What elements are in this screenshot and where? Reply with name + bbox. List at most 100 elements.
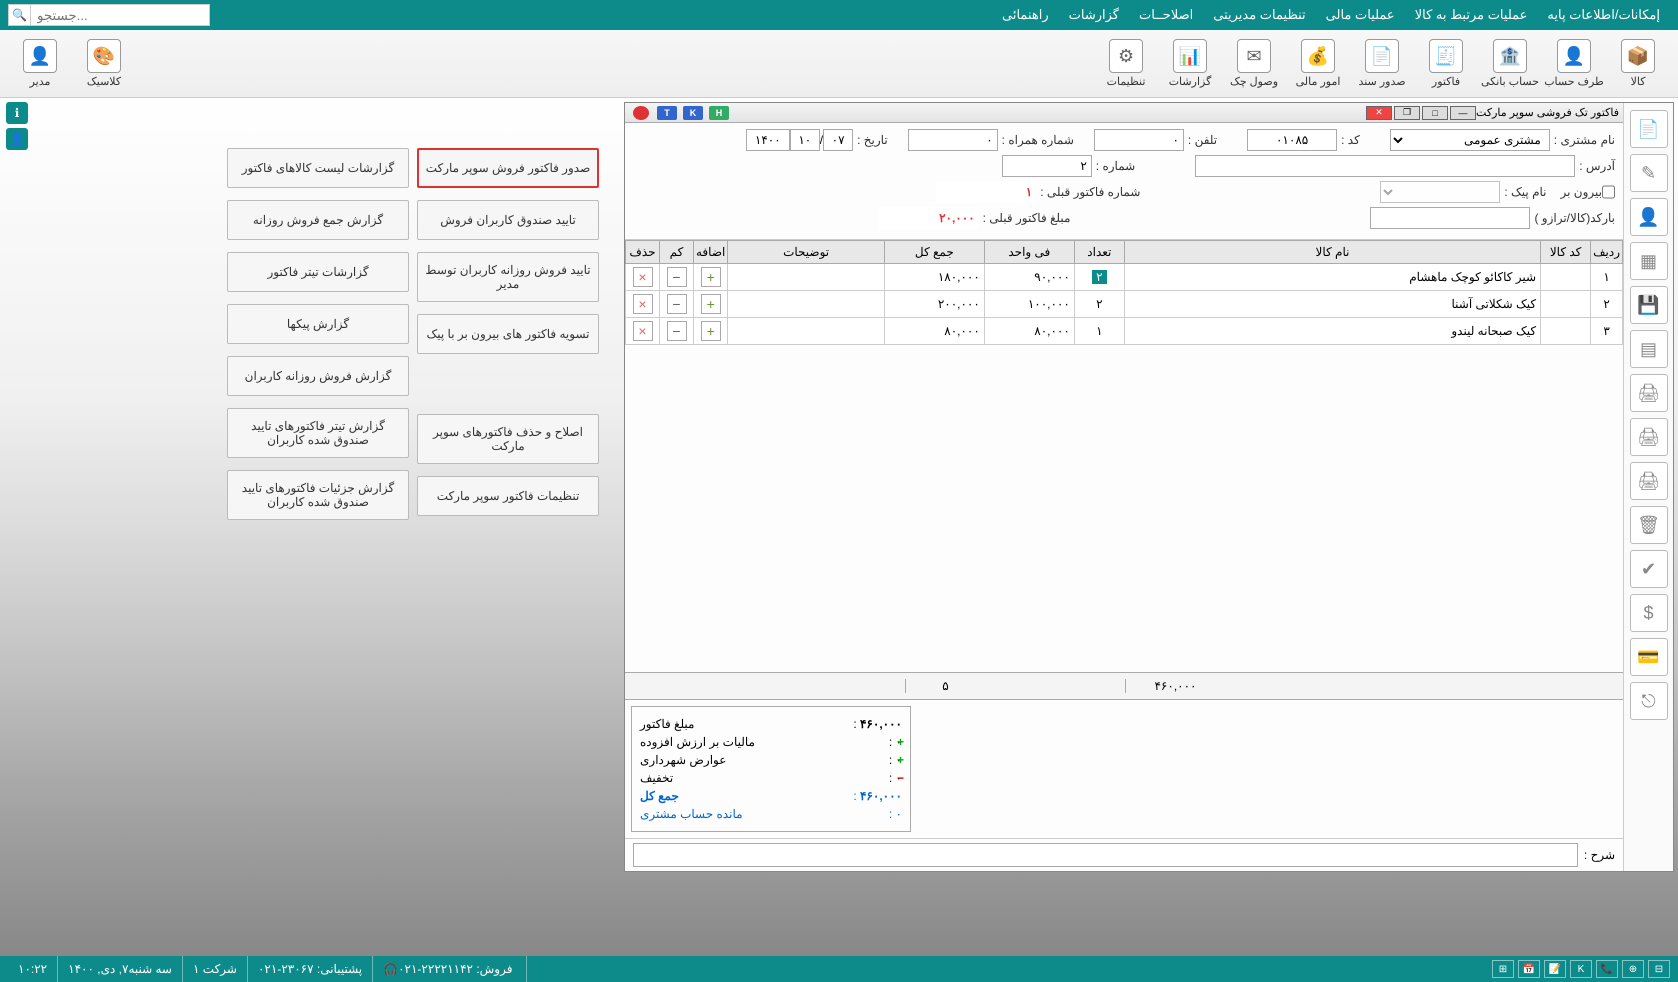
minimize-button[interactable]: —	[1450, 106, 1476, 120]
sb-icon-5[interactable]: 📞	[1596, 960, 1618, 978]
toolbar-button[interactable]: 📦کالا	[1608, 36, 1668, 92]
side-button[interactable]: صدور فاکتور فروش سوپر مارکت	[417, 148, 599, 188]
sb-icon-7[interactable]: ⊟	[1648, 960, 1670, 978]
side-icon-calc-del[interactable]: 🗑	[1630, 506, 1668, 544]
side-icon-exit[interactable]: ⎋	[1630, 682, 1668, 720]
toolbar-button[interactable]: 🧾فاکتور	[1416, 36, 1476, 92]
toolbar-button[interactable]: 🏦حساب بانکی	[1480, 36, 1540, 92]
side-icon-user-add[interactable]: 👤	[1630, 198, 1668, 236]
side-button[interactable]: تسویه فاکتور های بیرون بر با پیک	[417, 314, 599, 354]
side-button[interactable]: تنظیمات فاکتور سوپر مارکت	[417, 476, 599, 516]
letter-button-K[interactable]: K	[683, 106, 703, 120]
toolbar-icon: 💰	[1301, 39, 1335, 73]
side-button[interactable]: اصلاح و حذف فاکتورهای سوپر مارکت	[417, 414, 599, 464]
date-day-input[interactable]	[823, 129, 853, 151]
maximize-button[interactable]: □	[1422, 106, 1448, 120]
toolbar-button[interactable]: ⚙تنظیمات	[1096, 36, 1156, 92]
row-minus-icon[interactable]: −	[667, 321, 687, 341]
toolbar-button[interactable]: 💰امور مالی	[1288, 36, 1348, 92]
side-button[interactable]: گزارش تیتر فاکتورهای تایید صندوق شده کار…	[227, 408, 409, 458]
row-minus-icon[interactable]: −	[667, 267, 687, 287]
row-delete-icon[interactable]: ×	[633, 321, 653, 341]
sb-icon-1[interactable]: ⊞	[1492, 960, 1514, 978]
side-icon-edit[interactable]: ✎	[1630, 154, 1668, 192]
side-icon-barcode[interactable]: ▤	[1630, 330, 1668, 368]
menu-item[interactable]: عملیات مرتبط به کالا	[1405, 7, 1538, 23]
side-button[interactable]: گزارش پیکها	[227, 304, 409, 344]
table-row[interactable]: ۲کیک شکلاتی آشنا۲۱۰۰,۰۰۰۲۰۰,۰۰۰+−×	[626, 291, 1623, 318]
invoice-titlebar: فاکتور تک فروشی سوپر مارکت — □ ❐ ✕ HKT	[625, 103, 1623, 123]
theme-button[interactable]: 👤مدیر	[10, 36, 70, 92]
theme-icon: 🎨	[87, 39, 121, 73]
info-icon[interactable]: ℹ	[6, 102, 28, 124]
row-delete-icon[interactable]: ×	[633, 267, 653, 287]
row-add-icon[interactable]: +	[701, 267, 721, 287]
theme-button[interactable]: 🎨کلاسیک	[74, 36, 134, 92]
close-button[interactable]: ✕	[1366, 106, 1392, 120]
toolbar-button[interactable]: 📊گزارشات	[1160, 36, 1220, 92]
invoice-grid-wrap[interactable]: ردیفکد کالانام کالاتعدادفی واحدجمع کلتوض…	[625, 240, 1623, 672]
menu-item[interactable]: تنظیمات مدیریتی	[1203, 7, 1315, 23]
mobile-input[interactable]	[908, 129, 998, 151]
date-year-input[interactable]	[746, 129, 790, 151]
side-icon-new[interactable]: 📄	[1630, 110, 1668, 148]
restore-button[interactable]: ❐	[1394, 106, 1420, 120]
row-delete-icon[interactable]: ×	[633, 294, 653, 314]
side-button[interactable]: گزارشات لیست کالاهای فاکتور	[227, 148, 409, 188]
code-input[interactable]	[1247, 129, 1337, 151]
barcode-input[interactable]	[1370, 207, 1530, 229]
side-icon-card[interactable]: 💳	[1630, 638, 1668, 676]
status-support: پشتیبانی: ۲۳۰۶۷-۰۲۱	[248, 956, 373, 982]
side-icon-grid[interactable]: ▦	[1630, 242, 1668, 280]
toolbar-button[interactable]: ✉وصول چک	[1224, 36, 1284, 92]
row-add-icon[interactable]: +	[701, 321, 721, 341]
side-button[interactable]: تایید فروش روزانه کاربران توسط مدیر	[417, 252, 599, 302]
side-button[interactable]: گزارش جزئیات فاکتورهای تایید صندوق شده ک…	[227, 470, 409, 520]
side-icon-stamp[interactable]: ✔	[1630, 550, 1668, 588]
side-icon-save[interactable]: 💾	[1630, 286, 1668, 324]
side-button[interactable]: گزارشات تیتر فاکتور	[227, 252, 409, 292]
search-input[interactable]	[30, 4, 210, 26]
menu-item[interactable]: اصلاحــات	[1129, 7, 1203, 23]
toolbar-button[interactable]: 👤طرف حساب	[1544, 36, 1604, 92]
row-add-icon[interactable]: +	[701, 294, 721, 314]
outside-checkbox[interactable]	[1602, 181, 1615, 203]
menu-item[interactable]: گزارشات	[1059, 7, 1129, 23]
letter-button-H[interactable]: H	[709, 106, 729, 120]
description-input[interactable]	[633, 843, 1578, 867]
side-icon-money[interactable]: $	[1630, 594, 1668, 632]
customer-label: نام مشتری :	[1554, 133, 1615, 147]
toolbar-theme-group: 🎨کلاسیک👤مدیر	[8, 36, 136, 92]
side-icon-print[interactable]: 🖨	[1630, 462, 1668, 500]
status-icons: ⊞ 📅 📝 K 📞 ⊕ ⊟	[1492, 960, 1670, 978]
side-button[interactable]: تایید صندوق کاربران فروش	[417, 200, 599, 240]
sb-icon-4[interactable]: K	[1570, 960, 1592, 978]
left-icon-column: ℹ 👤	[4, 102, 28, 154]
number-input[interactable]	[1002, 155, 1092, 177]
phone-input[interactable]	[1094, 129, 1184, 151]
side-icon-print-money[interactable]: 🖨	[1630, 374, 1668, 412]
menu-item[interactable]: إمکانات/اطلاعات پایه	[1537, 7, 1670, 23]
sb-icon-6[interactable]: ⊕	[1622, 960, 1644, 978]
row-minus-icon[interactable]: −	[667, 294, 687, 314]
side-button[interactable]: گزارش فروش روزانه کاربران	[227, 356, 409, 396]
grid-body: ۱شیر کاکائو کوچک ماهشام۲۹۰,۰۰۰۱۸۰,۰۰۰+−×…	[626, 264, 1623, 345]
theme-icon: 👤	[23, 39, 57, 73]
table-row[interactable]: ۱شیر کاکائو کوچک ماهشام۲۹۰,۰۰۰۱۸۰,۰۰۰+−×	[626, 264, 1623, 291]
side-button[interactable]: گزارش جمع فروش روزانه	[227, 200, 409, 240]
code-label: کد :	[1341, 133, 1360, 147]
user-icon[interactable]: 👤	[6, 128, 28, 150]
menu-item[interactable]: راهنمائی	[992, 7, 1059, 23]
sb-icon-2[interactable]: 📅	[1518, 960, 1540, 978]
customer-select[interactable]: مشتری عمومی	[1390, 129, 1550, 151]
menu-item[interactable]: عملیات مالی	[1316, 7, 1405, 23]
sb-icon-3[interactable]: 📝	[1544, 960, 1566, 978]
letter-button-T[interactable]: T	[657, 106, 677, 120]
table-row[interactable]: ۳کیک صبحانه لیندو۱۸۰,۰۰۰۸۰,۰۰۰+−×	[626, 318, 1623, 345]
toolbar-button[interactable]: 📄صدور سند	[1352, 36, 1412, 92]
address-input[interactable]	[1195, 155, 1575, 177]
search-icon[interactable]: 🔍	[8, 4, 30, 26]
date-month-input[interactable]	[790, 129, 820, 151]
side-col-1: صدور فاکتور فروش سوپر مارکت تایید صندوق ک…	[417, 148, 599, 532]
side-icon-print-cancel[interactable]: 🖨	[1630, 418, 1668, 456]
